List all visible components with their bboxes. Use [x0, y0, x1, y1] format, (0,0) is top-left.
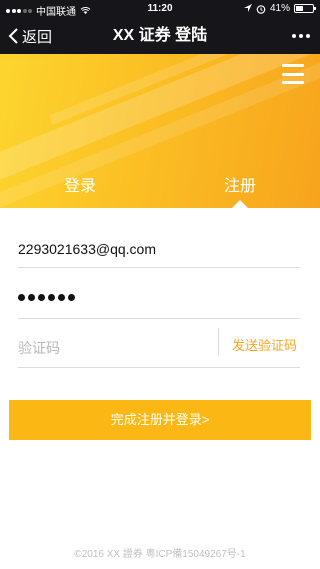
send-code-button[interactable]: 发送验证码	[232, 335, 297, 354]
alarm-icon	[256, 4, 266, 14]
chevron-left-icon	[8, 28, 18, 44]
back-button[interactable]: 返回	[8, 18, 52, 54]
verification-code-field: 发送验证码	[18, 328, 300, 368]
email-field	[18, 230, 300, 268]
tab-register[interactable]: 注册	[210, 172, 270, 196]
active-tab-indicator	[232, 200, 248, 208]
hamburger-menu-icon[interactable]	[282, 64, 304, 84]
battery-fill	[296, 6, 303, 11]
email-input[interactable]	[18, 230, 300, 267]
register-login-button[interactable]: 完成注册并登录>	[9, 400, 311, 440]
nav-bar: 返回 XX 证券 登陆	[0, 18, 320, 54]
password-dot	[38, 294, 45, 301]
password-masked-value	[18, 294, 75, 301]
password-dot	[28, 294, 35, 301]
footer-copyright: ©2016 XX 證券 粵ICP備15049267号-1	[74, 549, 246, 560]
tab-login[interactable]: 登录	[50, 172, 110, 196]
password-dot	[68, 294, 75, 301]
battery-percent: 41%	[269, 3, 290, 14]
back-label: 返回	[22, 28, 53, 46]
password-field[interactable]	[18, 283, 300, 319]
password-dot	[48, 294, 55, 301]
password-dot	[58, 294, 65, 301]
more-dots-icon	[292, 34, 296, 38]
location-icon	[243, 3, 252, 12]
status-bar: 中国联通 11:20 41%	[0, 0, 320, 18]
status-right: 41%	[243, 3, 316, 14]
password-dot	[18, 294, 25, 301]
more-button[interactable]	[292, 18, 310, 54]
code-divider	[218, 328, 219, 356]
battery-icon	[294, 4, 316, 13]
verification-code-input[interactable]	[18, 328, 208, 367]
hero-banner: 登录 注册	[0, 54, 320, 208]
